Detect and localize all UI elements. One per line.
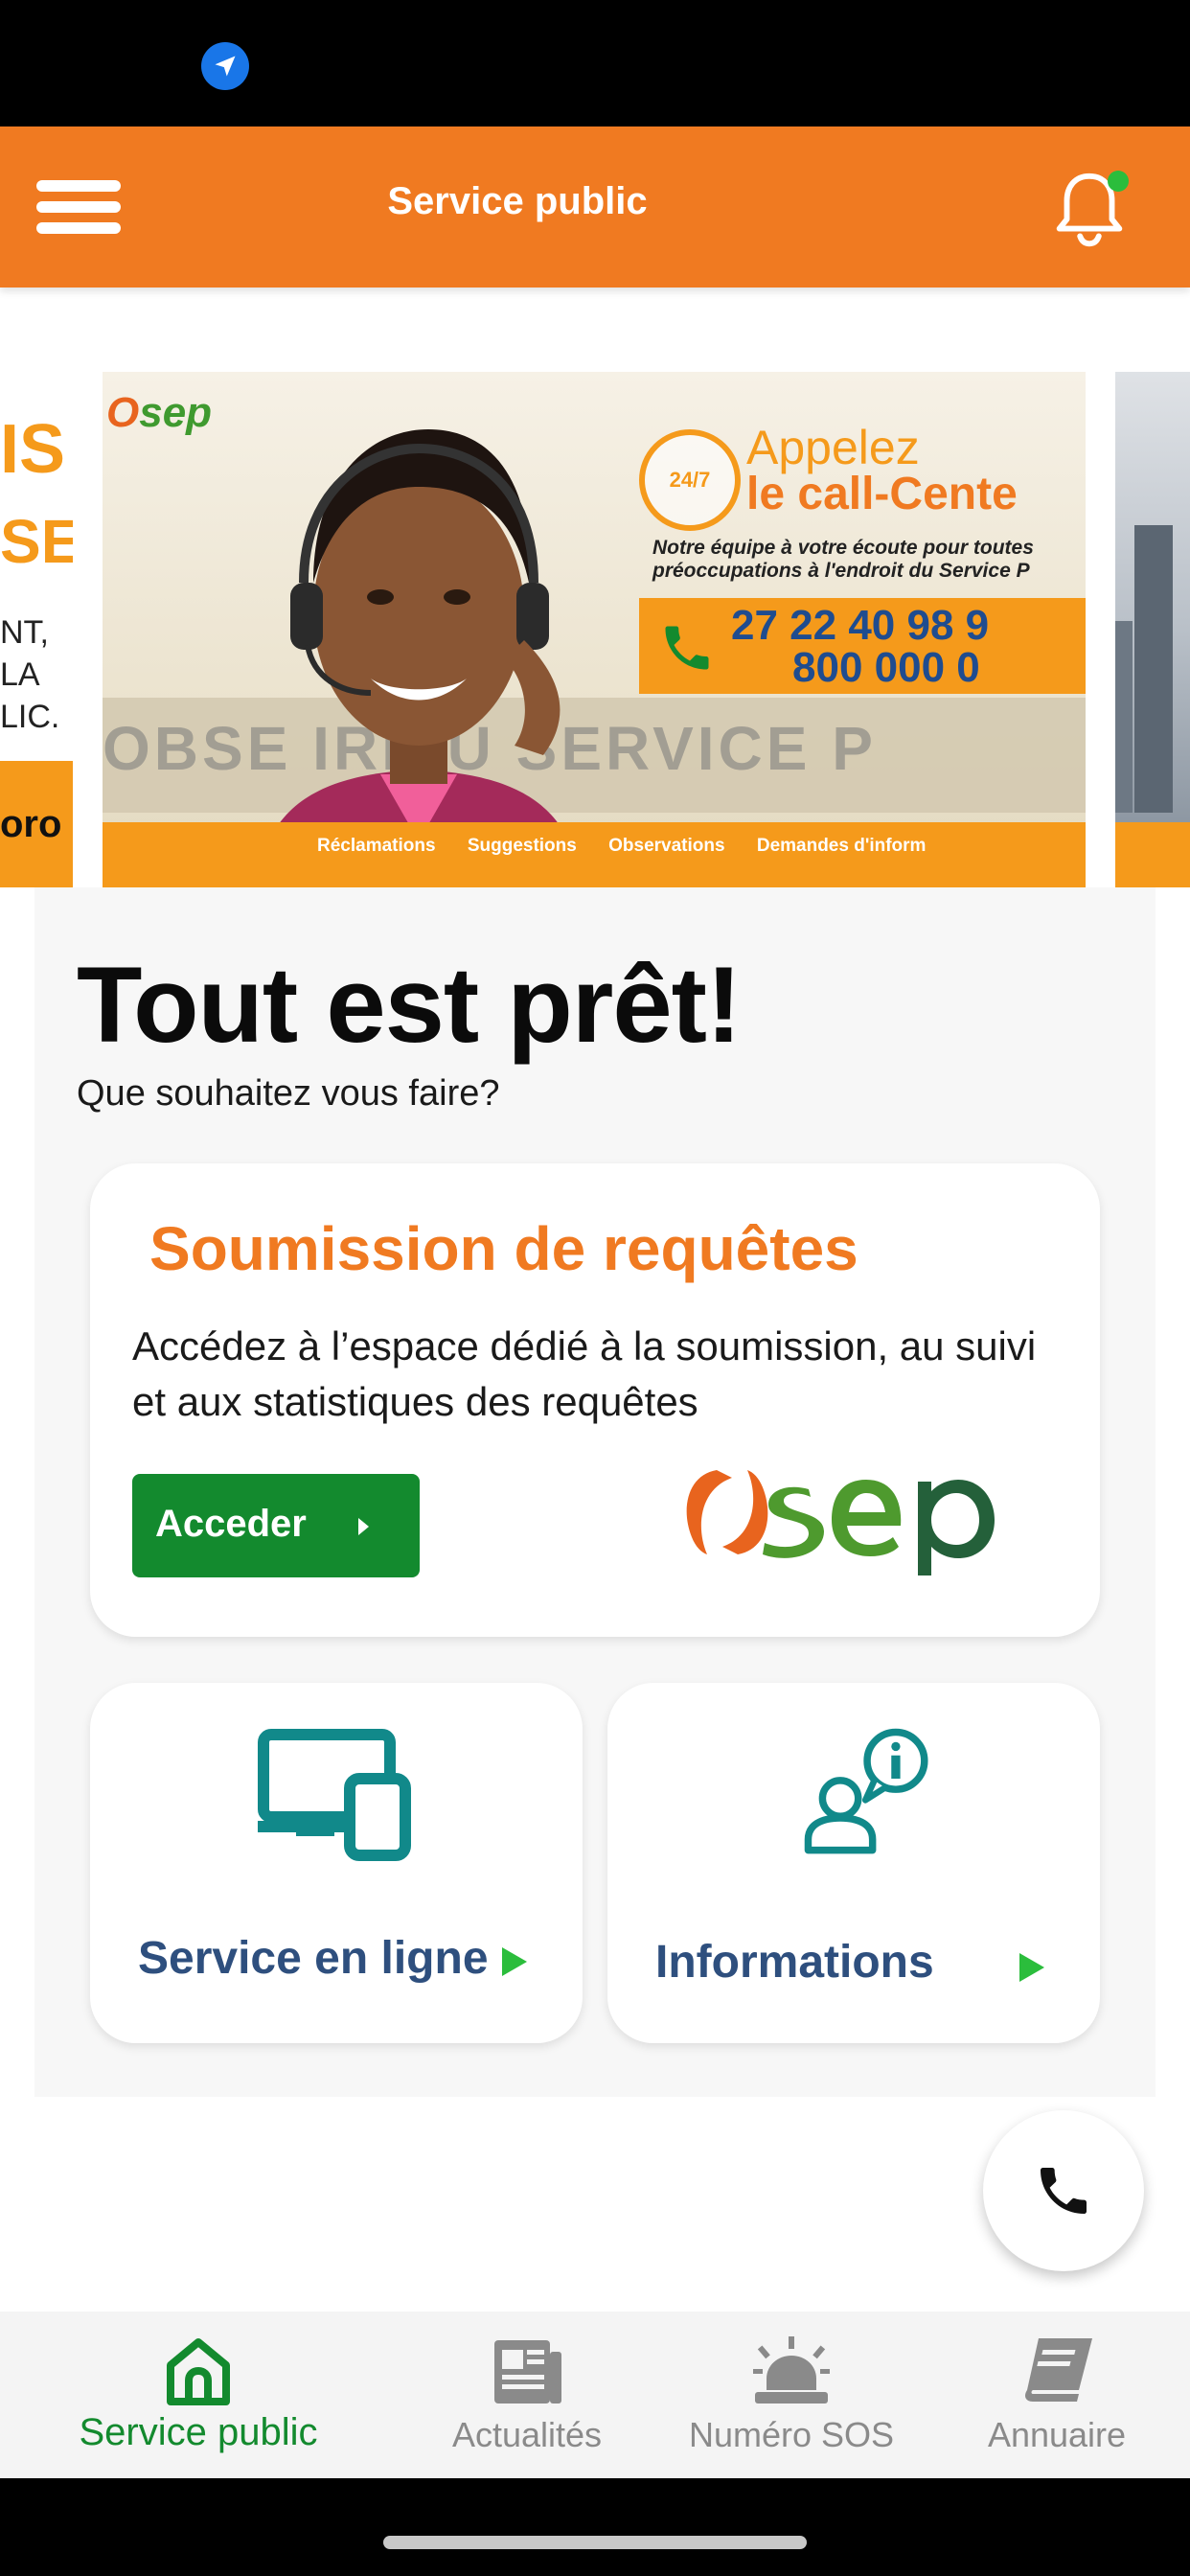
requests-card: Soumission de requêtes Accédez à l’espac…: [90, 1163, 1100, 1637]
online-service-label: Service en ligne: [138, 1933, 489, 1984]
status-bar: [0, 0, 1190, 126]
nav-label: Actualités: [451, 2415, 603, 2454]
online-service-card[interactable]: Service en ligne: [90, 1683, 583, 2043]
phone-icon: [1041, 2168, 1087, 2214]
requests-card-title: Soumission de requêtes: [149, 1214, 858, 1283]
nav-item-annuaire[interactable]: Annuaire: [954, 2312, 1159, 2478]
page-subline: Que souhaitez vous faire?: [77, 1073, 500, 1114]
call-button[interactable]: [983, 2110, 1144, 2271]
banner-phone-number: 800 000 0: [792, 644, 980, 691]
banner-phone-band: 27 22 40 98 9 800 000 0: [639, 598, 1086, 694]
home-icon: [167, 2338, 230, 2405]
notification-dot: [1108, 171, 1129, 192]
banner-slide-next[interactable]: [1115, 372, 1190, 887]
user-info-icon: [804, 1728, 928, 1854]
app-bar: Service public: [0, 126, 1190, 288]
nav-item-numero-sos[interactable]: Numéro SOS: [671, 2312, 912, 2478]
location-icon: [201, 42, 249, 90]
book-icon: [1025, 2338, 1092, 2402]
banner-left-text: NT, LA LIC.: [0, 614, 60, 735]
requests-card-description: Accédez à l’espace dédié à la soumission…: [132, 1323, 1037, 1424]
arrow-right-icon: [358, 1518, 369, 1535]
banner-carousel[interactable]: IS SE NT, LA LIC. oro OBSE IRE U SERVICE…: [0, 372, 1190, 887]
phone-icon: [665, 626, 709, 670]
nav-label: Service public: [79, 2411, 318, 2453]
bullet-item: Suggestions: [467, 836, 577, 856]
call-center-agent-image: [256, 429, 582, 887]
home-gesture-bar[interactable]: [383, 2536, 807, 2549]
banner-phone-number: 27 22 40 98 9: [731, 602, 990, 649]
bottom-navigation: Service public Actualités Numéro SOS Ann…: [0, 2312, 1190, 2478]
bullet-item: Réclamations: [317, 836, 436, 856]
acceder-button[interactable]: Acceder: [132, 1474, 420, 1577]
page-headline: Tout est prêt!: [77, 945, 742, 1065]
banner-headline: le call-Cente: [746, 469, 1018, 519]
nav-item-service-public[interactable]: Service public: [46, 2312, 351, 2478]
newspaper-icon: [494, 2340, 561, 2404]
acceder-button-label: Acceder: [155, 1503, 307, 1545]
banner-bullets: Réclamations Suggestions Observations De…: [317, 836, 952, 857]
banner-slide-previous[interactable]: IS SE NT, LA LIC. oro: [0, 372, 73, 887]
nav-label: Annuaire: [987, 2415, 1127, 2454]
osep-logo: [686, 1470, 995, 1576]
bullet-item: Observations: [608, 836, 725, 856]
banner-description: Notre équipe à votre écoute pour toutes …: [652, 537, 1034, 582]
information-card[interactable]: Informations: [607, 1683, 1100, 2043]
app-title: Service public: [387, 180, 648, 222]
nav-item-actualites[interactable]: Actualités: [412, 2312, 642, 2478]
nav-label: Numéro SOS: [688, 2415, 895, 2454]
information-label: Informations: [655, 1937, 934, 1988]
system-gesture-area: [0, 2478, 1190, 2576]
play-icon: [1019, 1953, 1044, 1982]
banner-slide-call-center[interactable]: OBSE IRE U SERVICE P Osep 24/7 Appelez l…: [103, 372, 1086, 887]
osep-logo-small: Osep: [106, 389, 213, 436]
banner-left-text: SE: [0, 507, 73, 576]
play-icon: [502, 1947, 527, 1976]
badge-24-7: 24/7: [639, 429, 741, 531]
devices-icon: [258, 1729, 411, 1861]
banner-left-text: oro: [0, 803, 62, 845]
siren-icon: [753, 2336, 830, 2404]
bullet-item: Demandes d'inform: [756, 836, 927, 856]
notification-bell-icon[interactable]: [1044, 165, 1134, 255]
banner-left-text: IS: [0, 411, 66, 488]
